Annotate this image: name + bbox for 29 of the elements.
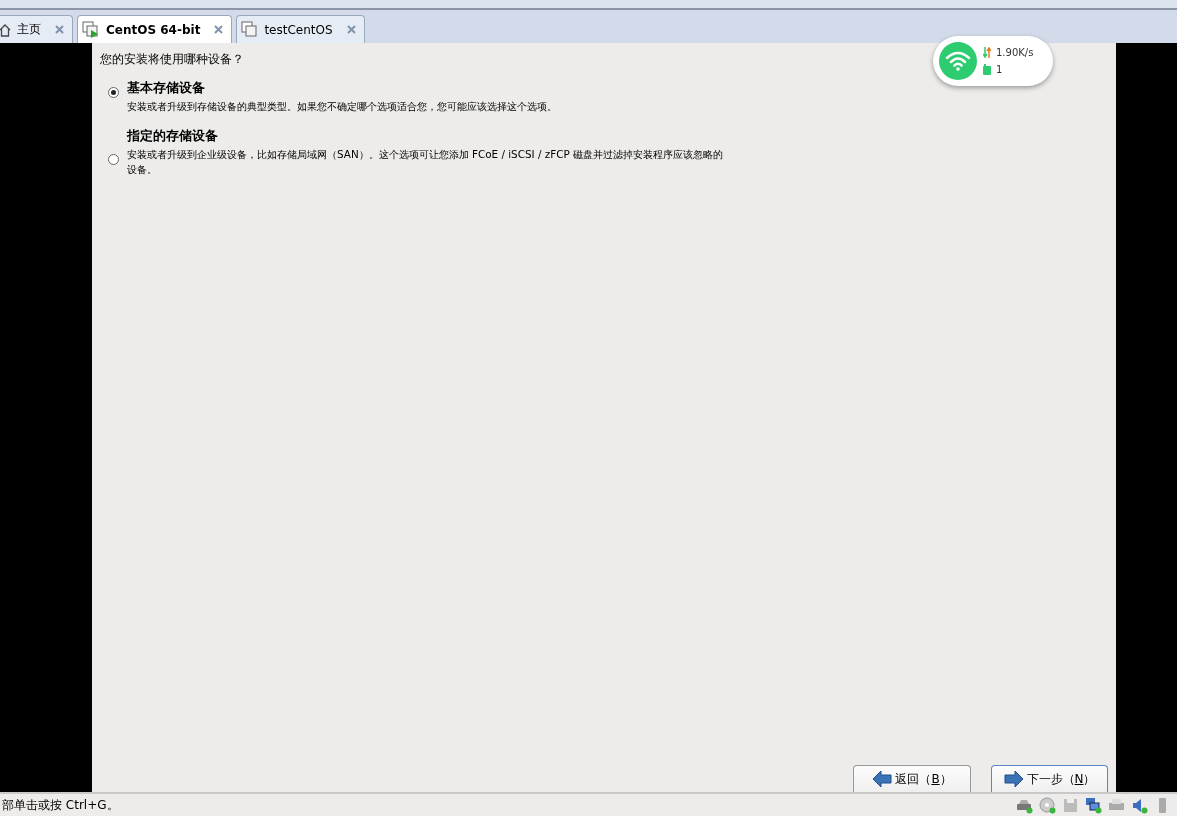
left-arrow-icon (872, 770, 893, 788)
transfer-icon (983, 47, 991, 58)
right-arrow-icon (1003, 770, 1024, 788)
tab[interactable]: 主页 (0, 15, 73, 43)
status-text: 部单击或按 Ctrl+G。 (2, 796, 119, 814)
device-icon (983, 64, 991, 75)
device-count: 1 (996, 64, 1003, 75)
next-button[interactable]: 下一步（N） (991, 765, 1108, 792)
network-icon (1085, 796, 1102, 814)
close-icon[interactable] (55, 25, 64, 34)
radio-button[interactable] (108, 154, 119, 165)
tab[interactable]: testCentOS (236, 15, 365, 43)
option-title: 指定的存储设备 (127, 128, 219, 145)
back-button[interactable]: 返回（B） (853, 765, 971, 792)
option-title: 基本存储设备 (127, 80, 206, 97)
vm-icon (241, 21, 259, 38)
question-text: 您的安装将使用哪种设备？ (100, 51, 244, 68)
home-icon (0, 22, 11, 37)
close-icon[interactable] (346, 25, 356, 34)
vm-running-icon (82, 20, 100, 39)
option-description: 安装或者升级到存储设备的典型类型。如果您不确定哪个选项适合您，您可能应该选择这个选项。 (127, 99, 558, 114)
speed-text: 1.90K/s (996, 47, 1034, 58)
network-widget[interactable]: 1.90K/s 1 (933, 36, 1053, 86)
option-description: 安装或者升级到企业级设备，比如存储局域网（SAN）。这个选项可让您添加 FCoE / iSCSI / zFCP 磁盘并过滤掉安装程序应该忽略的设备。 (127, 147, 724, 177)
speaker-icon (1131, 796, 1148, 814)
tab[interactable]: CentOS 64-bit (77, 15, 233, 43)
close-icon[interactable] (214, 25, 224, 34)
wifi-icon (939, 42, 977, 80)
radio-button[interactable] (108, 87, 119, 98)
